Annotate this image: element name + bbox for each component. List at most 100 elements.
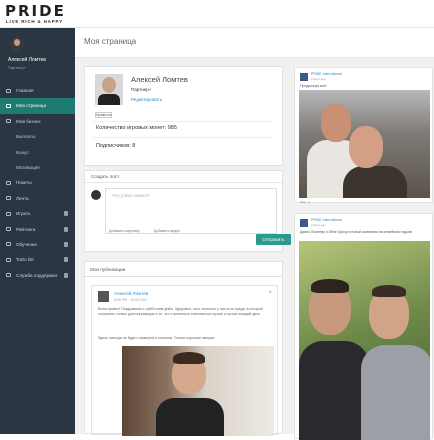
- post-author[interactable]: Алексей Ломтев: [114, 291, 148, 296]
- like-button[interactable]: Нравится: [95, 112, 112, 118]
- divider: [85, 182, 282, 183]
- photo-figure: [311, 279, 349, 293]
- sidebar-item-todo[interactable]: ToDo list: [0, 252, 75, 267]
- sidebar-item-my-page[interactable]: Моя страница: [0, 98, 75, 114]
- photo-figure: [372, 285, 406, 297]
- sidebar-item-payouts[interactable]: Выплаты: [0, 129, 75, 144]
- sidebar-item-bonus[interactable]: Бонус: [0, 145, 75, 160]
- profile-card: Алексей Ломтев Партнер+ Редактировать Нр…: [84, 66, 283, 166]
- sidebar-item-label: Главная: [16, 88, 34, 93]
- sidebar-item-training[interactable]: Обучение: [0, 237, 75, 252]
- page-header: Моя страница: [75, 28, 434, 58]
- my-posts-card: Алексей Ломтев 8:59 PM · 19.02.2017 × Вс…: [84, 276, 283, 436]
- profile-role: Партнер+: [131, 87, 152, 92]
- divider: [93, 121, 274, 122]
- create-post-card: Создать пост Что у Вас нового? Добавить …: [84, 170, 291, 252]
- feed-post: PRIDE International 2 days ago Давно Лом…: [294, 213, 433, 440]
- sidebar-item-home[interactable]: Главная: [0, 83, 75, 98]
- feed-date: 2 days ago: [311, 223, 326, 227]
- graduation-cap-icon: [6, 242, 11, 247]
- brand-logo[interactable]: PRIDE: [5, 3, 66, 19]
- sidebar-item-play[interactable]: Играть: [0, 206, 75, 221]
- feed-author[interactable]: PRIDE International: [311, 72, 342, 76]
- divider: [93, 137, 274, 138]
- lock-icon: [64, 241, 68, 247]
- add-video-button[interactable]: Добавить видео: [154, 229, 180, 233]
- sidebar-profile: Алексей Ломтев Партнер+: [0, 28, 75, 83]
- profile-name: Алексей Ломтев: [131, 75, 188, 84]
- feed-caption: Продюсеры все!: [300, 84, 327, 88]
- create-post-title: Создать пост: [91, 174, 120, 179]
- feed-column: PRIDE International 2 days ago Продюсеры…: [290, 63, 434, 440]
- sidebar-item-label: Рейтинги: [16, 226, 36, 232]
- feed-photo[interactable]: [299, 90, 430, 198]
- post-author-avatar[interactable]: [98, 291, 109, 302]
- photo-figure: [173, 352, 205, 364]
- sidebar-item-motivation[interactable]: Мотивация: [0, 160, 75, 175]
- profile-avatar[interactable]: [95, 74, 123, 105]
- photo-figure: [299, 341, 369, 440]
- top-bar: PRIDE LIVE RICH & HAPPY: [0, 0, 434, 28]
- sidebar-item-label: Обучение: [16, 241, 38, 247]
- photo-figure: [156, 398, 224, 436]
- post-item: Алексей Ломтев 8:59 PM · 19.02.2017 × Вс…: [91, 285, 278, 436]
- post-input[interactable]: Что у Вас нового? Добавить картинку Доба…: [105, 188, 277, 234]
- add-photo-button[interactable]: Добавить картинку: [109, 229, 140, 233]
- post-text-secondary: Здесь никогда не будет спамеров и нытико…: [98, 336, 216, 340]
- feed-photo[interactable]: [299, 241, 430, 440]
- user-icon: [6, 103, 11, 108]
- sidebar-item-packages[interactable]: Пакеты: [0, 175, 75, 190]
- photo-figure: [321, 104, 351, 142]
- sidebar-user-role: Партнер+: [8, 65, 27, 70]
- feed-likes[interactable]: Like · 4: [300, 200, 310, 204]
- sidebar-item-label: Служба поддержки: [16, 272, 57, 278]
- sidebar-item-label: Пакеты: [16, 180, 32, 186]
- post-input-placeholder: Что у Вас нового?: [112, 193, 150, 198]
- lock-icon: [64, 211, 68, 217]
- sidebar-item-support[interactable]: Служба поддержки: [0, 268, 75, 283]
- package-icon: [6, 180, 11, 185]
- feed-date: 2 days ago: [311, 77, 326, 81]
- main-content: Алексей Ломтев Партнер+ Редактировать Нр…: [75, 58, 434, 440]
- avatar[interactable]: [10, 37, 24, 51]
- lock-icon: [64, 257, 68, 263]
- sidebar-item-feed[interactable]: Лента: [0, 191, 75, 206]
- sidebar-item-label: Выплаты: [16, 134, 36, 140]
- feed-author[interactable]: PRIDE International: [311, 218, 342, 222]
- sidebar-item-label: ToDo list: [16, 257, 34, 263]
- page-title: Моя страница: [84, 37, 137, 46]
- lock-icon: [64, 226, 68, 232]
- monitor-icon: [6, 88, 11, 93]
- sidebar-item-label: Мотивация: [16, 164, 40, 170]
- photo-figure: [349, 126, 383, 168]
- my-posts-title: Мои публикации: [90, 267, 126, 272]
- feed-post: PRIDE International 2 days ago Продюсеры…: [294, 67, 433, 204]
- my-posts-header: Мои публикации: [84, 261, 283, 276]
- photo-figure: [343, 166, 407, 198]
- avatar: [91, 190, 101, 200]
- feed-author-avatar[interactable]: [300, 73, 308, 81]
- sidebar-item-my-business[interactable]: Мой бизнес: [0, 114, 75, 129]
- briefcase-icon: [6, 119, 11, 124]
- sidebar-item-label: Мой бизнес: [16, 118, 41, 124]
- star-icon: [6, 227, 11, 232]
- brand-tagline: LIVE RICH & HAPPY: [6, 19, 64, 24]
- edit-profile-link[interactable]: Редактировать: [131, 97, 162, 102]
- close-icon[interactable]: ×: [268, 290, 272, 296]
- subscribers-count: Подписчиков: 8: [96, 143, 136, 149]
- feed-icon: [6, 196, 11, 201]
- feed-author-avatar[interactable]: [300, 219, 308, 227]
- lock-icon: [64, 272, 68, 278]
- photo-figure: [361, 345, 430, 440]
- post-date: 8:59 PM · 19.02.2017: [114, 298, 148, 302]
- submit-post-button[interactable]: Отправить: [256, 234, 291, 245]
- sidebar-item-label: Лента: [16, 195, 29, 201]
- post-text: Всем привет! Поздравляю с субботним днём…: [98, 307, 263, 316]
- sidebar-item-label: Моя страница: [16, 103, 46, 109]
- sidebar-user-name[interactable]: Алексей Ломтев: [8, 57, 46, 63]
- coins-count: Количество игровых монет: 985: [96, 125, 177, 131]
- checklist-icon: [6, 257, 11, 262]
- sidebar: Алексей Ломтев Партнер+ Главная Моя стра…: [0, 28, 75, 434]
- sidebar-item-ratings[interactable]: Рейтинги: [0, 222, 75, 237]
- post-photo[interactable]: [122, 346, 274, 436]
